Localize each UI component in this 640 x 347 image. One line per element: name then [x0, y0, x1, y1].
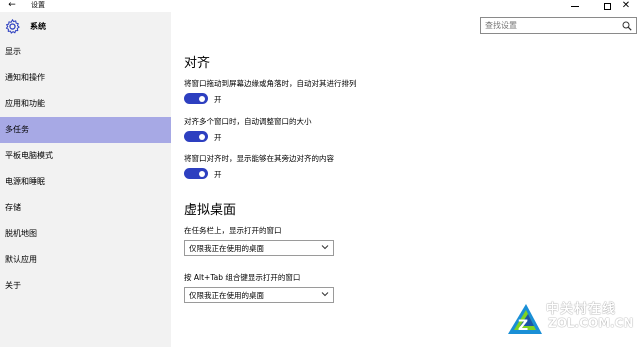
- search-input[interactable]: [481, 18, 619, 33]
- sidebar-item-notifications[interactable]: 通知和操作: [0, 65, 171, 91]
- snap-setting-2-toggle[interactable]: [184, 131, 208, 142]
- svg-text:Z: Z: [518, 318, 528, 334]
- sidebar-item-multitasking[interactable]: 多任务: [0, 117, 171, 143]
- toggle-knob: [199, 170, 205, 177]
- sidebar-item-storage[interactable]: 存储: [0, 195, 171, 221]
- window-title: 设置: [31, 1, 45, 9]
- chevron-down-icon: [321, 245, 329, 250]
- chevron-down-icon: [321, 292, 329, 297]
- snap-setting-3-state: 开: [214, 170, 222, 179]
- snap-setting-3-toggle[interactable]: [184, 168, 208, 179]
- close-icon: ✕: [621, 0, 631, 11]
- virtual-desktops-section-title: 虚拟桌面: [184, 203, 237, 218]
- sidebar-item-offline-maps[interactable]: 脱机地图: [0, 221, 171, 247]
- sidebar-item-display[interactable]: 显示: [0, 39, 171, 65]
- taskbar-windows-label: 在任务栏上，显示打开的窗口: [184, 226, 282, 235]
- maximize-icon: [603, 2, 611, 10]
- minimize-icon: [571, 5, 579, 7]
- back-arrow-icon[interactable]: ←: [5, 0, 19, 12]
- taskbar-windows-value: 仅限我正在使用的桌面: [189, 244, 264, 253]
- snap-setting-1-toggle[interactable]: [184, 93, 208, 104]
- title-bar: ← 设置 ✕: [0, 0, 640, 12]
- alttab-windows-label: 按 Alt+Tab 组合键显示打开的窗口: [184, 273, 301, 282]
- close-button[interactable]: ✕: [611, 0, 640, 12]
- sidebar-item-default-apps[interactable]: 默认应用: [0, 247, 171, 273]
- toggle-knob: [199, 95, 205, 102]
- alttab-windows-value: 仅限我正在使用的桌面: [189, 291, 264, 300]
- snap-setting-1-state: 开: [214, 95, 222, 104]
- search-icon[interactable]: [622, 21, 632, 31]
- snap-setting-3-description: 将窗口对齐时，显示能够在其旁边对齐的内容: [184, 154, 334, 163]
- toggle-knob: [199, 133, 205, 140]
- sidebar-item-apps[interactable]: 应用和功能: [0, 91, 171, 117]
- sidebar-header-label: 系统: [30, 22, 46, 31]
- snap-section-title: 对齐: [184, 56, 211, 71]
- sidebar-item-power-sleep[interactable]: 电源和睡眠: [0, 169, 171, 195]
- sidebar-item-tablet-mode[interactable]: 平板电脑模式: [0, 143, 171, 169]
- alttab-windows-dropdown[interactable]: 仅限我正在使用的桌面: [184, 287, 334, 303]
- snap-setting-2-state: 开: [214, 133, 222, 142]
- zol-logo: Z: [508, 304, 542, 334]
- sidebar-header[interactable]: 系统: [0, 18, 171, 36]
- sidebar: 系统 显示 通知和操作 应用和功能 多任务 平板电脑模式 电源和睡眠 存储 脱机…: [0, 12, 171, 347]
- minimize-button[interactable]: [560, 0, 590, 12]
- snap-setting-2-description: 对齐多个窗口时，自动调整窗口的大小: [184, 117, 312, 126]
- watermark-text-2: ZOL.COM.CN: [548, 316, 634, 330]
- taskbar-windows-dropdown[interactable]: 仅限我正在使用的桌面: [184, 240, 334, 256]
- search-box[interactable]: [480, 17, 637, 34]
- watermark-text-1: 中关村在线: [546, 302, 617, 317]
- gear-icon: [5, 19, 20, 34]
- snap-setting-1-description: 将窗口拖动到屏幕边缘或角落时，自动对其进行排列: [184, 79, 357, 88]
- watermark: Z 中关村在线 ZOL.COM.CN: [506, 296, 640, 347]
- sidebar-item-about[interactable]: 关于: [0, 273, 171, 299]
